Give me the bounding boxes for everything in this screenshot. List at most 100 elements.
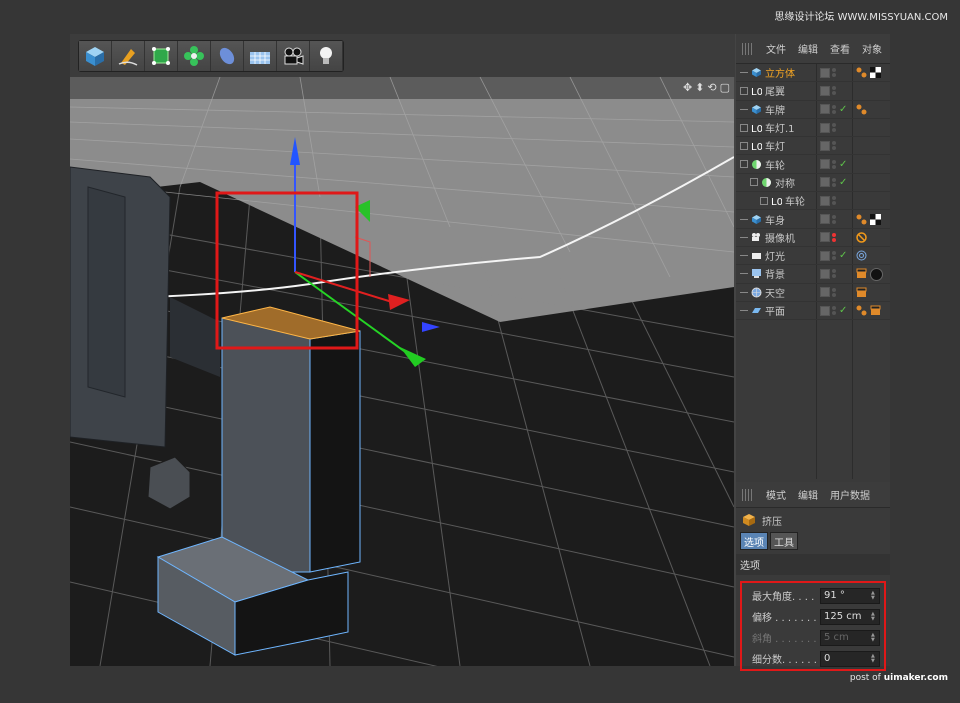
- object-label[interactable]: 立方体: [765, 65, 795, 80]
- layer-flag[interactable]: [820, 177, 830, 188]
- visibility-dots[interactable]: [832, 196, 837, 206]
- maximize-view-icon[interactable]: ▢: [720, 81, 730, 94]
- layer-flag[interactable]: [820, 305, 830, 316]
- object-label[interactable]: 平面: [765, 303, 785, 318]
- object-row[interactable]: 平面 ✓: [736, 302, 890, 321]
- pen-tool-button[interactable]: [112, 41, 145, 71]
- visibility-dots[interactable]: [832, 214, 837, 224]
- target-tag-icon[interactable]: [856, 250, 867, 261]
- enabled-check-icon[interactable]: ✓: [839, 250, 847, 261]
- tab-options[interactable]: 选项: [740, 532, 768, 550]
- camera-tool-button[interactable]: [277, 41, 310, 71]
- layer-flag[interactable]: [820, 232, 830, 243]
- no-entry-tag-icon[interactable]: [856, 232, 867, 243]
- clapper-tag-icon[interactable]: [856, 287, 867, 298]
- expand-icon[interactable]: [760, 196, 768, 205]
- rotate-view-icon[interactable]: ⟲: [707, 81, 716, 94]
- visibility-dots[interactable]: [832, 123, 837, 133]
- checker-tag-icon[interactable]: [870, 67, 881, 79]
- cube-tool-button[interactable]: [79, 41, 112, 71]
- object-label[interactable]: 车牌: [765, 102, 785, 117]
- light-tool-button[interactable]: [310, 41, 343, 71]
- mograph-tool-button[interactable]: [178, 41, 211, 71]
- object-row[interactable]: 对称 ✓: [736, 174, 890, 193]
- layer-flag[interactable]: [820, 268, 830, 279]
- field-value-input[interactable]: 125 cm: [820, 608, 880, 625]
- material-dots-icon[interactable]: [856, 67, 867, 78]
- visibility-dots[interactable]: [832, 86, 837, 96]
- object-label[interactable]: 对称: [775, 175, 795, 190]
- panel-grip-icon[interactable]: [742, 488, 754, 501]
- visibility-dots[interactable]: [832, 159, 837, 169]
- checker-tag-icon[interactable]: [870, 213, 881, 225]
- menu-edit[interactable]: 编辑: [798, 41, 818, 56]
- object-label[interactable]: 车轮: [765, 157, 785, 172]
- object-row[interactable]: 车牌 ✓: [736, 101, 890, 119]
- object-label[interactable]: 车轮: [785, 193, 805, 208]
- black-sphere-icon[interactable]: [870, 268, 883, 282]
- object-row[interactable]: 摄像机: [736, 229, 890, 247]
- visibility-dots[interactable]: [832, 104, 837, 114]
- menu-view[interactable]: 查看: [830, 41, 850, 56]
- clapper-tag-icon[interactable]: [870, 305, 881, 316]
- object-label[interactable]: 灯光: [765, 248, 785, 263]
- visibility-dots[interactable]: [832, 232, 837, 242]
- enabled-check-icon[interactable]: ✓: [839, 177, 847, 188]
- menu-mode[interactable]: 模式: [766, 487, 786, 502]
- subdivision-tool-button[interactable]: [145, 41, 178, 71]
- layer-flag[interactable]: [820, 140, 830, 151]
- enabled-check-icon[interactable]: ✓: [839, 159, 847, 170]
- field-value-input[interactable]: 91 °: [820, 587, 880, 604]
- object-label[interactable]: 背景: [765, 266, 785, 281]
- expand-icon[interactable]: [740, 86, 748, 95]
- object-row[interactable]: L0 车轮: [736, 192, 890, 211]
- object-row[interactable]: 天空: [736, 284, 890, 302]
- deformer-tool-button[interactable]: [211, 41, 244, 71]
- object-row[interactable]: 灯光 ✓: [736, 247, 890, 266]
- dolly-view-icon[interactable]: ⬍: [695, 81, 704, 94]
- enabled-check-icon[interactable]: ✓: [839, 305, 847, 316]
- material-dots-icon[interactable]: [856, 214, 867, 225]
- object-row[interactable]: L0 车灯.1: [736, 119, 890, 138]
- enabled-check-icon[interactable]: ✓: [839, 104, 847, 115]
- field-value-input[interactable]: 0: [820, 650, 880, 667]
- layer-flag[interactable]: [820, 67, 830, 78]
- layer-flag[interactable]: [820, 159, 830, 170]
- move-view-icon[interactable]: ✥: [683, 81, 692, 94]
- layer-flag[interactable]: [820, 195, 830, 206]
- object-row[interactable]: 车身: [736, 210, 890, 229]
- layer-flag[interactable]: [820, 287, 830, 298]
- panel-grip-icon[interactable]: [742, 42, 754, 55]
- clapper-tag-icon[interactable]: [856, 268, 867, 279]
- object-row[interactable]: 车轮 ✓: [736, 155, 890, 174]
- visibility-dots[interactable]: [832, 306, 837, 316]
- visibility-dots[interactable]: [832, 269, 837, 279]
- object-label[interactable]: 车灯: [765, 138, 785, 153]
- layer-flag[interactable]: [820, 104, 830, 115]
- material-dots-icon[interactable]: [856, 104, 867, 115]
- object-label[interactable]: 摄像机: [765, 230, 795, 245]
- visibility-dots[interactable]: [832, 141, 837, 151]
- menu-attr-edit[interactable]: 编辑: [798, 487, 818, 502]
- 3d-viewport[interactable]: ✥ ⬍ ⟲ ▢: [70, 77, 734, 666]
- expand-icon[interactable]: [740, 123, 748, 132]
- menu-user-data[interactable]: 用户数据: [830, 487, 870, 502]
- floor-tool-button[interactable]: [244, 41, 277, 71]
- layer-flag[interactable]: [820, 85, 830, 96]
- object-row[interactable]: L0 车灯: [736, 137, 890, 156]
- menu-file[interactable]: 文件: [766, 41, 786, 56]
- tab-tool[interactable]: 工具: [770, 532, 798, 550]
- object-row[interactable]: 背景: [736, 265, 890, 284]
- menu-objects[interactable]: 对象: [862, 41, 882, 56]
- object-label[interactable]: 尾翼: [765, 83, 785, 98]
- expand-icon[interactable]: [740, 141, 748, 150]
- object-label[interactable]: 车身: [765, 212, 785, 227]
- visibility-dots[interactable]: [832, 68, 837, 78]
- layer-flag[interactable]: [820, 250, 830, 261]
- visibility-dots[interactable]: [832, 177, 837, 187]
- visibility-dots[interactable]: [832, 251, 837, 261]
- layer-flag[interactable]: [820, 122, 830, 133]
- object-label[interactable]: 天空: [765, 285, 785, 300]
- object-label[interactable]: 车灯.1: [765, 120, 795, 135]
- object-row[interactable]: 立方体: [736, 64, 890, 83]
